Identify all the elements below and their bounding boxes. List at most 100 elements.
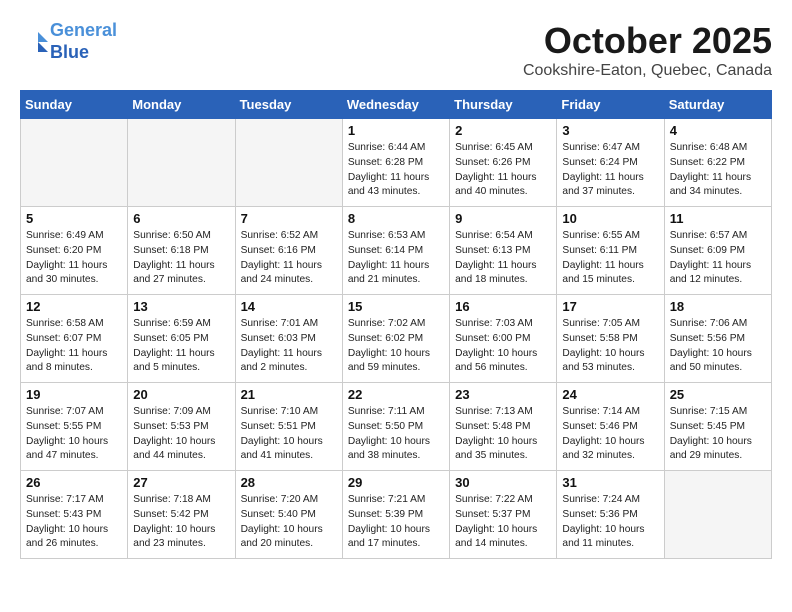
calendar-week-5: 26 Sunrise: 7:17 AM Sunset: 5:43 PM Dayli… — [21, 471, 772, 559]
calendar-cell — [128, 119, 235, 207]
day-number: 17 — [562, 299, 658, 314]
calendar-cell: 10 Sunrise: 6:55 AM Sunset: 6:11 PM Dayli… — [557, 207, 664, 295]
day-number: 4 — [670, 123, 766, 138]
day-number: 31 — [562, 475, 658, 490]
calendar-cell: 23 Sunrise: 7:13 AM Sunset: 5:48 PM Dayli… — [450, 383, 557, 471]
calendar-cell: 7 Sunrise: 6:52 AM Sunset: 6:16 PM Daylig… — [235, 207, 342, 295]
page-header: General Blue October 2025 Cookshire-Eato… — [20, 20, 772, 80]
day-content: Sunrise: 7:01 AM Sunset: 6:03 PM Dayligh… — [241, 317, 337, 376]
day-number: 22 — [348, 387, 444, 402]
day-content: Sunrise: 7:24 AM Sunset: 5:36 PM Dayligh… — [562, 493, 658, 552]
calendar-cell: 13 Sunrise: 6:59 AM Sunset: 6:05 PM Dayli… — [128, 295, 235, 383]
day-content: Sunrise: 7:14 AM Sunset: 5:46 PM Dayligh… — [562, 405, 658, 464]
day-number: 28 — [241, 475, 337, 490]
day-content: Sunrise: 7:07 AM Sunset: 5:55 PM Dayligh… — [26, 405, 122, 464]
day-number: 13 — [133, 299, 229, 314]
weekday-header-row: SundayMondayTuesdayWednesdayThursdayFrid… — [21, 91, 772, 119]
day-content: Sunrise: 6:47 AM Sunset: 6:24 PM Dayligh… — [562, 141, 658, 200]
day-content: Sunrise: 7:22 AM Sunset: 5:37 PM Dayligh… — [455, 493, 551, 552]
calendar-week-4: 19Sunrise: 7:07 AM Sunset: 5:55 PM Dayli… — [21, 383, 772, 471]
calendar-week-2: 5 Sunrise: 6:49 AM Sunset: 6:20 PM Daylig… — [21, 207, 772, 295]
day-number: 10 — [562, 211, 658, 226]
calendar-cell: 12Sunrise: 6:58 AM Sunset: 6:07 PM Dayli… — [21, 295, 128, 383]
title-block: October 2025 Cookshire-Eaton, Quebec, Ca… — [523, 20, 772, 80]
weekday-header-friday: Friday — [557, 91, 664, 119]
calendar-table: SundayMondayTuesdayWednesdayThursdayFrid… — [20, 90, 772, 559]
day-number: 26 — [26, 475, 122, 490]
day-content: Sunrise: 7:11 AM Sunset: 5:50 PM Dayligh… — [348, 405, 444, 464]
calendar-cell: 25Sunrise: 7:15 AM Sunset: 5:45 PM Dayli… — [664, 383, 771, 471]
calendar-cell: 19Sunrise: 7:07 AM Sunset: 5:55 PM Dayli… — [21, 383, 128, 471]
day-content: Sunrise: 6:55 AM Sunset: 6:11 PM Dayligh… — [562, 229, 658, 288]
calendar-cell: 31 Sunrise: 7:24 AM Sunset: 5:36 PM Dayli… — [557, 471, 664, 559]
calendar-cell: 14Sunrise: 7:01 AM Sunset: 6:03 PM Dayli… — [235, 295, 342, 383]
logo-icon — [20, 28, 48, 56]
day-content: Sunrise: 7:02 AM Sunset: 6:02 PM Dayligh… — [348, 317, 444, 376]
day-number: 29 — [348, 475, 444, 490]
day-content: Sunrise: 6:54 AM Sunset: 6:13 PM Dayligh… — [455, 229, 551, 288]
weekday-header-saturday: Saturday — [664, 91, 771, 119]
weekday-header-tuesday: Tuesday — [235, 91, 342, 119]
day-content: Sunrise: 6:48 AM Sunset: 6:22 PM Dayligh… — [670, 141, 766, 200]
calendar-cell: 22 Sunrise: 7:11 AM Sunset: 5:50 PM Dayli… — [342, 383, 449, 471]
weekday-header-wednesday: Wednesday — [342, 91, 449, 119]
day-content: Sunrise: 6:57 AM Sunset: 6:09 PM Dayligh… — [670, 229, 766, 288]
calendar-cell: 5 Sunrise: 6:49 AM Sunset: 6:20 PM Daylig… — [21, 207, 128, 295]
day-content: Sunrise: 7:09 AM Sunset: 5:53 PM Dayligh… — [133, 405, 229, 464]
day-number: 1 — [348, 123, 444, 138]
day-number: 7 — [241, 211, 337, 226]
calendar-cell: 3 Sunrise: 6:47 AM Sunset: 6:24 PM Daylig… — [557, 119, 664, 207]
day-content: Sunrise: 7:05 AM Sunset: 5:58 PM Dayligh… — [562, 317, 658, 376]
location: Cookshire-Eaton, Quebec, Canada — [523, 62, 772, 80]
day-number: 25 — [670, 387, 766, 402]
day-number: 16 — [455, 299, 551, 314]
day-content: Sunrise: 7:03 AM Sunset: 6:00 PM Dayligh… — [455, 317, 551, 376]
logo-text: General Blue — [50, 20, 117, 63]
calendar-cell: 26 Sunrise: 7:17 AM Sunset: 5:43 PM Dayli… — [21, 471, 128, 559]
calendar-cell: 21Sunrise: 7:10 AM Sunset: 5:51 PM Dayli… — [235, 383, 342, 471]
day-number: 24 — [562, 387, 658, 402]
day-number: 15 — [348, 299, 444, 314]
day-content: Sunrise: 7:20 AM Sunset: 5:40 PM Dayligh… — [241, 493, 337, 552]
day-number: 12 — [26, 299, 122, 314]
month-title: October 2025 — [523, 20, 772, 62]
weekday-header-sunday: Sunday — [21, 91, 128, 119]
calendar-cell: 27 Sunrise: 7:18 AM Sunset: 5:42 PM Dayli… — [128, 471, 235, 559]
weekday-header-thursday: Thursday — [450, 91, 557, 119]
calendar-cell: 6Sunrise: 6:50 AM Sunset: 6:18 PM Daylig… — [128, 207, 235, 295]
calendar-cell — [235, 119, 342, 207]
calendar-cell: 16 Sunrise: 7:03 AM Sunset: 6:00 PM Dayli… — [450, 295, 557, 383]
calendar-cell: 9Sunrise: 6:54 AM Sunset: 6:13 PM Daylig… — [450, 207, 557, 295]
day-number: 3 — [562, 123, 658, 138]
day-content: Sunrise: 6:50 AM Sunset: 6:18 PM Dayligh… — [133, 229, 229, 288]
day-content: Sunrise: 7:17 AM Sunset: 5:43 PM Dayligh… — [26, 493, 122, 552]
calendar-cell: 15 Sunrise: 7:02 AM Sunset: 6:02 PM Dayli… — [342, 295, 449, 383]
day-content: Sunrise: 7:21 AM Sunset: 5:39 PM Dayligh… — [348, 493, 444, 552]
day-content: Sunrise: 6:49 AM Sunset: 6:20 PM Dayligh… — [26, 229, 122, 288]
calendar-week-3: 12Sunrise: 6:58 AM Sunset: 6:07 PM Dayli… — [21, 295, 772, 383]
day-content: Sunrise: 7:06 AM Sunset: 5:56 PM Dayligh… — [670, 317, 766, 376]
calendar-cell: 17 Sunrise: 7:05 AM Sunset: 5:58 PM Dayli… — [557, 295, 664, 383]
day-number: 5 — [26, 211, 122, 226]
day-number: 23 — [455, 387, 551, 402]
calendar-cell: 30 Sunrise: 7:22 AM Sunset: 5:37 PM Dayli… — [450, 471, 557, 559]
day-number: 20 — [133, 387, 229, 402]
day-number: 27 — [133, 475, 229, 490]
calendar-cell: 11 Sunrise: 6:57 AM Sunset: 6:09 PM Dayli… — [664, 207, 771, 295]
day-number: 8 — [348, 211, 444, 226]
day-content: Sunrise: 6:52 AM Sunset: 6:16 PM Dayligh… — [241, 229, 337, 288]
day-number: 21 — [241, 387, 337, 402]
calendar-cell: 8Sunrise: 6:53 AM Sunset: 6:14 PM Daylig… — [342, 207, 449, 295]
day-content: Sunrise: 6:44 AM Sunset: 6:28 PM Dayligh… — [348, 141, 444, 200]
calendar-cell: 20 Sunrise: 7:09 AM Sunset: 5:53 PM Dayli… — [128, 383, 235, 471]
calendar-cell: 18 Sunrise: 7:06 AM Sunset: 5:56 PM Dayli… — [664, 295, 771, 383]
day-number: 30 — [455, 475, 551, 490]
day-content: Sunrise: 6:59 AM Sunset: 6:05 PM Dayligh… — [133, 317, 229, 376]
calendar-cell: 24 Sunrise: 7:14 AM Sunset: 5:46 PM Dayli… — [557, 383, 664, 471]
day-content: Sunrise: 7:18 AM Sunset: 5:42 PM Dayligh… — [133, 493, 229, 552]
day-number: 11 — [670, 211, 766, 226]
day-content: Sunrise: 7:13 AM Sunset: 5:48 PM Dayligh… — [455, 405, 551, 464]
calendar-cell: 28 Sunrise: 7:20 AM Sunset: 5:40 PM Dayli… — [235, 471, 342, 559]
day-number: 18 — [670, 299, 766, 314]
weekday-header-monday: Monday — [128, 91, 235, 119]
